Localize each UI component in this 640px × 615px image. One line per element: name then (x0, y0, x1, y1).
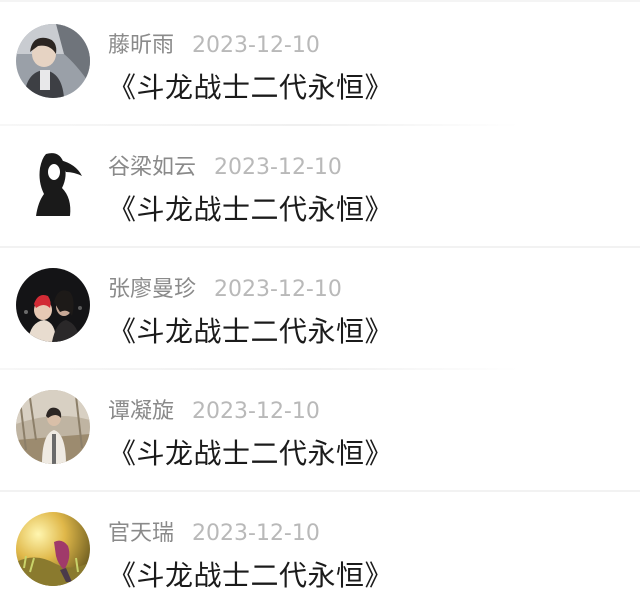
avatar[interactable] (16, 24, 90, 98)
comment-text: 《斗龙战士二代永恒》 (108, 71, 394, 104)
comment-item[interactable]: 谭凝旋 2023-12-10 《斗龙战士二代永恒》 (0, 370, 640, 492)
comment-meta: 张廖曼珍 2023-12-10 (108, 274, 342, 306)
avatar[interactable] (16, 146, 90, 220)
comment-list: 藤昕雨 2023-12-10 《斗龙战士二代永恒》 谷梁如云 2023-12-10 … (0, 0, 640, 615)
comment-meta: 谭凝旋 2023-12-10 (108, 396, 320, 428)
avatar[interactable] (16, 268, 90, 342)
comment-item[interactable]: 谷梁如云 2023-12-10 《斗龙战士二代永恒》 (0, 126, 640, 248)
avatar-photo-icon (16, 390, 90, 464)
username[interactable]: 官天瑞 (108, 521, 174, 546)
comment-date: 2023-12-10 (214, 277, 342, 302)
comment-text: 《斗龙战士二代永恒》 (108, 315, 394, 348)
avatar-photo-icon (16, 268, 90, 342)
avatar-photo-icon (16, 24, 90, 98)
comment-text: 《斗龙战士二代永恒》 (108, 437, 394, 470)
comment-meta: 谷梁如云 2023-12-10 (108, 152, 342, 184)
avatar[interactable] (16, 390, 90, 464)
comment-item[interactable]: 官天瑞 2023-12-10 《斗龙战士二代永恒》 (0, 492, 640, 614)
comment-meta: 藤昕雨 2023-12-10 (108, 30, 320, 62)
username[interactable]: 藤昕雨 (108, 33, 174, 58)
comment-date: 2023-12-10 (192, 33, 320, 58)
avatar-silhouette-icon (16, 146, 90, 220)
comment-text: 《斗龙战士二代永恒》 (108, 193, 394, 226)
username[interactable]: 谭凝旋 (108, 399, 174, 424)
comment-date: 2023-12-10 (214, 155, 342, 180)
comment-meta: 官天瑞 2023-12-10 (108, 518, 320, 550)
top-divider (0, 0, 640, 2)
comment-item[interactable]: 张廖曼珍 2023-12-10 《斗龙战士二代永恒》 (0, 248, 640, 370)
avatar-photo-icon (16, 512, 90, 586)
comment-date: 2023-12-10 (192, 521, 320, 546)
avatar[interactable] (16, 512, 90, 586)
username[interactable]: 张廖曼珍 (108, 277, 196, 302)
username[interactable]: 谷梁如云 (108, 155, 196, 180)
comment-text: 《斗龙战士二代永恒》 (108, 559, 394, 592)
comment-item[interactable]: 藤昕雨 2023-12-10 《斗龙战士二代永恒》 (0, 4, 640, 126)
comment-date: 2023-12-10 (192, 399, 320, 424)
